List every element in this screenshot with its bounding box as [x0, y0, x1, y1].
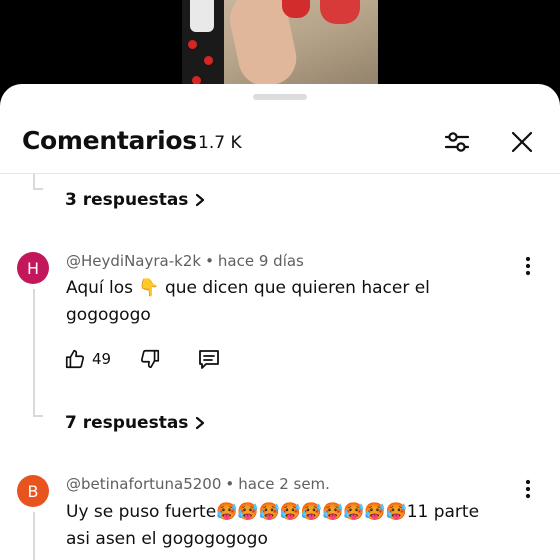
dislike-button[interactable] — [139, 345, 161, 373]
comment-actions: 49 — [64, 345, 221, 373]
close-icon — [511, 131, 533, 153]
avatar[interactable]: B — [17, 475, 49, 507]
chevron-right-icon — [196, 416, 205, 430]
replies-label: 7 respuestas — [65, 413, 189, 433]
thread-connector — [33, 289, 35, 416]
comment-menu-button[interactable] — [516, 254, 540, 278]
comments-count: 1.7 K — [198, 133, 242, 153]
close-button[interactable] — [504, 124, 540, 160]
comments-title: Comentarios — [22, 126, 197, 155]
comment-time: hace 9 días — [217, 252, 304, 270]
sliders-icon — [444, 132, 470, 152]
comment-author[interactable]: @betinafortuna5200 — [66, 475, 221, 493]
comments-header: Comentarios 1.7 K — [0, 120, 560, 172]
comment-text: Aquí los 👇 que dicen que quieren hacer e… — [66, 278, 430, 325]
comment-icon — [199, 350, 219, 369]
comment-author[interactable]: @HeydiNayra-k2k — [66, 252, 201, 270]
header-divider — [0, 173, 560, 174]
comment-meta: @HeydiNayra-k2k • hace 9 días — [66, 252, 304, 270]
like-button[interactable]: 49 — [64, 345, 111, 373]
thread-connector — [33, 512, 35, 560]
more-vert-icon — [525, 479, 531, 499]
chevron-right-icon — [196, 193, 205, 207]
view-replies-button[interactable]: 3 respuestas — [65, 190, 206, 210]
avatar[interactable]: H — [17, 252, 49, 284]
comment-menu-button[interactable] — [516, 477, 540, 501]
more-vert-icon — [525, 256, 531, 276]
thumb-down-icon — [141, 349, 160, 369]
view-replies-button[interactable]: 7 respuestas — [65, 413, 206, 433]
thumb-up-icon — [65, 349, 85, 369]
thread-connector-curve — [33, 188, 43, 190]
replies-label: 3 respuestas — [65, 190, 189, 210]
like-count: 49 — [92, 350, 112, 368]
comment-meta: @betinafortuna5200 • hace 2 sem. — [66, 475, 330, 493]
comment-time: hace 2 sem. — [238, 475, 330, 493]
comments-sheet: Comentarios 1.7 K 3 respuestas H @HeydiN — [0, 84, 560, 560]
thread-connector — [33, 174, 35, 188]
drag-handle[interactable] — [253, 94, 307, 100]
thread-connector-curve — [33, 415, 43, 417]
filter-button[interactable] — [439, 124, 475, 160]
comment-text: Uy se puso fuerte🥵🥵🥵🥵🥵🥵🥵🥵🥵11 parte asi a… — [66, 502, 480, 549]
reply-button[interactable] — [197, 345, 221, 373]
